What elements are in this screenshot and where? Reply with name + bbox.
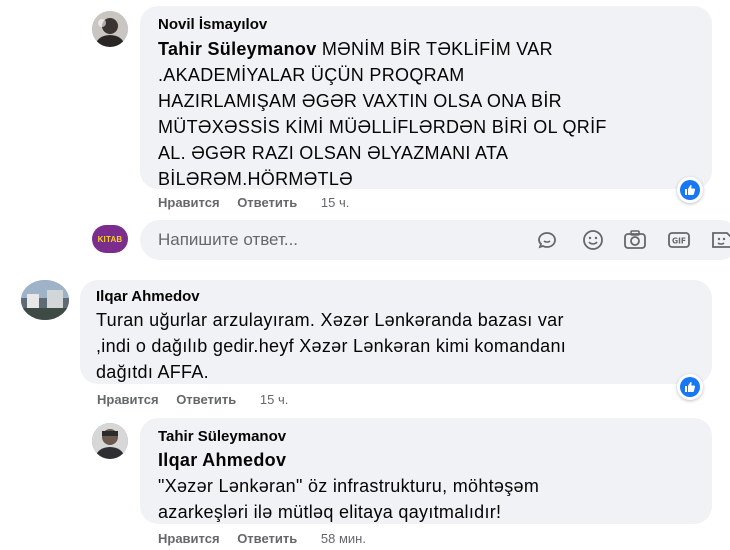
avatar-novil[interactable] (92, 11, 128, 47)
like-reaction-badge[interactable] (677, 177, 703, 203)
comment-author[interactable]: Novil İsmayılov (158, 16, 696, 33)
avatar-label: KITAB (97, 234, 123, 244)
comment-line: ,indi o dağılıb gedir.heyf Xəzər Lənkəra… (96, 336, 567, 356)
current-user-avatar[interactable]: KITAB (92, 225, 128, 253)
comment-line: dağıtdı AFFA. (96, 362, 209, 382)
sticker-icon[interactable] (535, 229, 559, 251)
comment-actions: Нравится Ответить 58 мин. (158, 531, 380, 546)
mention-link[interactable]: Ilqar Ahmedov (158, 450, 286, 470)
comment-author[interactable]: Tahir Süleymanov (158, 428, 696, 445)
comment-line: MÜTƏXƏSSİS KİMİ MÜƏLLİFLƏRDƏN BİRİ OL QR… (158, 117, 607, 137)
comment-bubble: Novil İsmayılov Tahir Süleymanov MƏNİM B… (140, 6, 712, 189)
emoji-icon[interactable] (581, 229, 605, 251)
like-button[interactable]: Нравится (97, 392, 159, 407)
reply-button[interactable]: Ответить (237, 531, 297, 546)
reply-input[interactable] (140, 229, 520, 251)
comment-line: Turan uğurlar arzulayıram. Xəzər Lənkəra… (96, 310, 564, 330)
mention-link[interactable]: Tahir Süleymanov (158, 39, 317, 59)
comment-text: Ilqar Ahmedov "Xəzər Lənkəran" öz infras… (158, 447, 696, 525)
timestamp[interactable]: 15 ч. (260, 392, 288, 407)
comment-text: Turan uğurlar arzulayıram. Xəzər Lənkəra… (96, 307, 696, 385)
comment-text: Tahir Süleymanov MƏNİM BİR TƏKLİFİM VAR … (158, 36, 696, 192)
comment-line: .AKADEMİYALAR ÜÇÜN PROQRAM (158, 65, 465, 85)
like-button[interactable]: Нравится (158, 195, 220, 210)
like-icon (680, 377, 700, 397)
reply-button[interactable]: Ответить (237, 195, 297, 210)
comment-line: "Xəzər Lənkəran" öz infrastrukturu, möht… (158, 476, 540, 496)
like-icon (680, 180, 700, 200)
avatar-tahir[interactable] (92, 423, 128, 459)
comment-actions: Нравится Ответить 15 ч. (158, 195, 363, 210)
comment-bubble: Ilqar Ahmedov Turan uğurlar arzulayıram.… (80, 280, 712, 384)
comment-line: AL. ƏGƏR RAZI OLSAN ƏLYAZMANI ATA (158, 143, 509, 163)
reply-button[interactable]: Ответить (176, 392, 236, 407)
gif-icon[interactable]: GIF (667, 229, 691, 251)
timestamp[interactable]: 58 мин. (321, 531, 366, 546)
sticker-face-icon[interactable] (710, 229, 730, 251)
svg-text:GIF: GIF (672, 237, 686, 246)
comment-line: azarkeşləri ilə mütləq elitaya qayıtmalı… (158, 502, 502, 522)
timestamp[interactable]: 15 ч. (321, 195, 349, 210)
comment-line: MƏNİM BİR TƏKLİFİM VAR (321, 39, 553, 59)
comment-line: HAZIRLAMIŞAM ƏGƏR VAXTIN OLSA ONA BİR (158, 91, 562, 111)
like-reaction-badge[interactable] (677, 374, 703, 400)
reply-composer: GIF (140, 220, 730, 260)
comment-bubble: Tahir Süleymanov Ilqar Ahmedov "Xəzər Lə… (140, 418, 712, 524)
camera-icon[interactable] (623, 229, 647, 251)
comment-actions: Нравится Ответить 15 ч. (97, 392, 302, 407)
avatar-ilqar[interactable] (21, 280, 69, 320)
avatar-image (92, 423, 128, 459)
avatar-image (21, 280, 69, 320)
avatar-image (92, 11, 128, 47)
comment-line: BİLƏRƏM.HÖRMƏTLƏ (158, 169, 353, 189)
comment-author[interactable]: Ilqar Ahmedov (96, 288, 696, 305)
like-button[interactable]: Нравится (158, 531, 220, 546)
